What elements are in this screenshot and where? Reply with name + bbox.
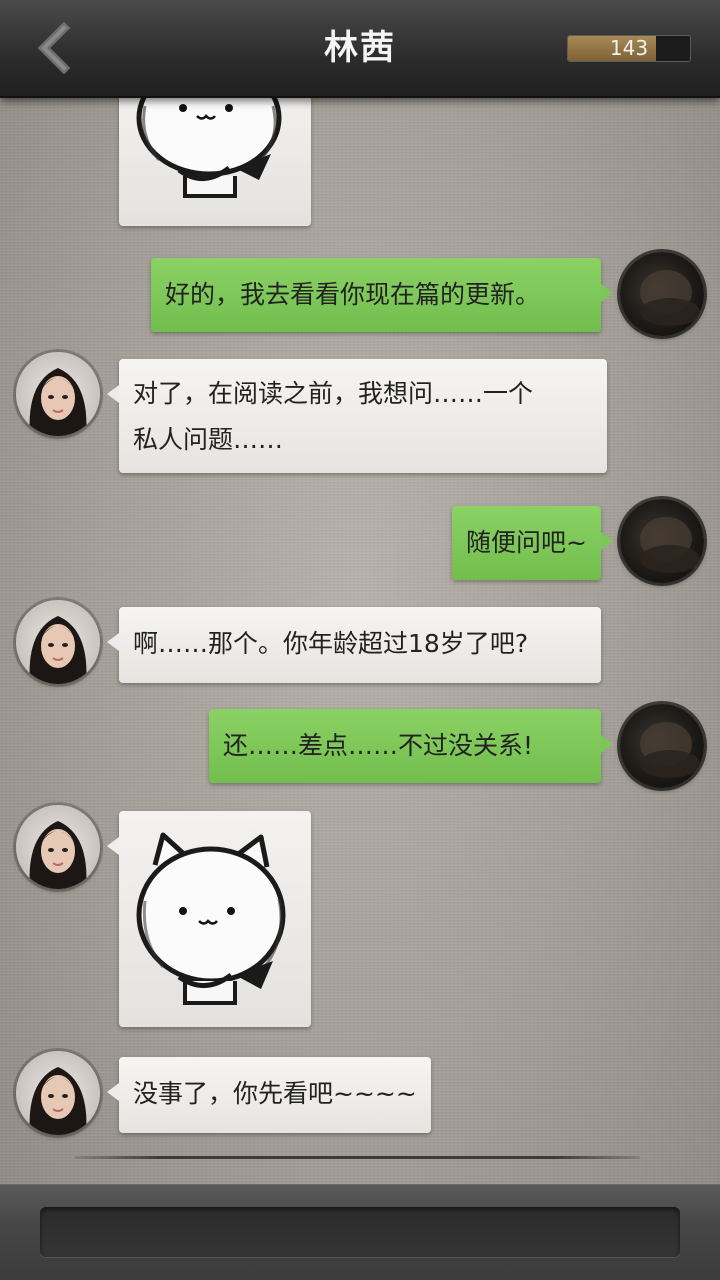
- contact-avatar[interactable]: [16, 1051, 100, 1135]
- my-avatar[interactable]: [620, 499, 704, 583]
- message-text-line: 私人问题……: [133, 425, 284, 454]
- avatar-image: [29, 616, 87, 684]
- chat-messages[interactable]: 好的，我去看看你现在篇的更新。 对了，在阅读之前，我想问……一个 私人问题…… …: [0, 96, 720, 1184]
- avatar-image: [640, 722, 700, 778]
- progress-counter-value: 143: [609, 36, 649, 60]
- progress-counter: 143: [567, 35, 691, 62]
- my-avatar[interactable]: [620, 252, 704, 336]
- cat-arms-crossed-sticker: [136, 96, 282, 198]
- avatar-image: [29, 1067, 87, 1135]
- avatar-image: [29, 368, 87, 436]
- contact-avatar[interactable]: [16, 352, 100, 436]
- input-bar: [0, 1184, 720, 1280]
- message-text: 啊……那个。你年龄超过18岁了吧?: [133, 629, 529, 658]
- message-text: 好的，我去看看你现在篇的更新。: [165, 280, 541, 309]
- message-text: 没事了，你先看吧~~~~: [133, 1079, 417, 1108]
- message-text: 还……差点……不过没关系!: [223, 731, 534, 760]
- contact-avatar[interactable]: [16, 600, 100, 684]
- message-bubble-sent[interactable]: 还……差点……不过没关系!: [209, 709, 613, 783]
- message-bubble-sent[interactable]: 随便问吧~: [452, 506, 613, 580]
- cat-arms-crossed-sticker: [136, 832, 286, 1005]
- message-sticker[interactable]: [119, 96, 311, 226]
- message-sticker[interactable]: [107, 811, 311, 1027]
- chat-end-divider: [75, 1156, 640, 1159]
- message-input[interactable]: [40, 1207, 680, 1257]
- contact-avatar[interactable]: [16, 805, 100, 889]
- message-bubble-received[interactable]: 对了，在阅读之前，我想问……一个 私人问题……: [107, 359, 607, 473]
- message-bubble-received[interactable]: 啊……那个。你年龄超过18岁了吧?: [107, 607, 601, 683]
- message-text-line: 对了，在阅读之前，我想问……一个: [133, 379, 534, 408]
- message-text: 随便问吧~: [466, 528, 587, 557]
- header-bar: 林茜 143: [0, 0, 720, 98]
- message-bubble-sent[interactable]: 好的，我去看看你现在篇的更新。: [151, 258, 613, 332]
- my-avatar[interactable]: [620, 704, 704, 788]
- avatar-image: [640, 517, 700, 573]
- avatar-image: [640, 270, 700, 326]
- message-bubble-received[interactable]: 没事了，你先看吧~~~~: [107, 1057, 431, 1133]
- avatar-image: [29, 821, 87, 889]
